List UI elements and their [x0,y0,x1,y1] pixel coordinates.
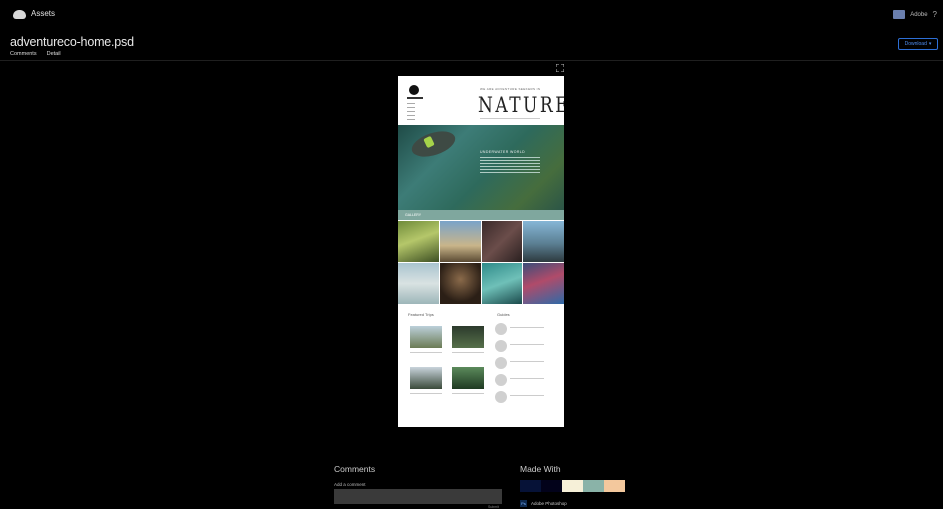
user-name[interactable]: Adobe [910,12,927,18]
preview-logo-text [407,97,423,99]
user-area[interactable]: Adobe ? [893,10,937,19]
preview-hero-title: UNDERWATER WORLD [480,150,526,154]
creative-cloud-icon[interactable] [13,10,26,19]
app-title[interactable]: Assets [31,9,55,18]
made-with-app: Ps Adobe Photoshop [520,500,567,507]
preview-band-label: GALLERY [405,213,422,217]
fullscreen-icon[interactable] [556,64,564,72]
preview-band: GALLERY [398,210,564,220]
preview-thumb [410,367,442,389]
page-title: adventureco-home.psd [10,35,134,49]
submit-button[interactable]: Submit [488,505,499,509]
chevron-down-icon: ▾ [928,41,932,47]
preview-guide-avatar [495,391,507,403]
preview-photo [481,221,523,262]
preview-tagline: WE ARE ADVENTURE SEEKERS IN [480,87,541,91]
preview-photo [523,221,564,262]
preview-photo [398,221,439,262]
app-name: Adobe Photoshop [531,501,567,506]
color-swatches [520,480,625,492]
preview-photo-grid [398,221,564,304]
preview-photo [523,263,564,304]
preview-thumb [452,367,484,389]
preview-nav [407,103,415,123]
comment-input[interactable] [334,489,502,504]
preview-logo [409,85,419,95]
comments-heading: Comments [334,464,376,474]
top-bar: Assets Adobe ? [0,0,943,30]
preview-photo [439,221,481,262]
color-swatch[interactable] [583,480,604,492]
file-preview[interactable]: WE ARE ADVENTURE SEEKERS IN NATURE UNDER… [398,76,564,427]
preview-guide-avatar [495,357,507,369]
preview-photo [481,263,523,304]
help-icon[interactable]: ? [933,10,937,19]
preview-featured-title: Featured Trips [408,312,434,317]
made-with-heading: Made With [520,464,561,474]
photoshop-icon: Ps [520,500,527,507]
download-label: Download [904,41,927,47]
preview-headline: NATURE [478,93,564,118]
preview-thumb [410,326,442,348]
preview-subline [480,118,540,119]
comment-input-label: Add a comment [334,482,366,487]
color-swatch[interactable] [520,480,541,492]
preview-photo [398,263,439,304]
preview-guides-title: Guides [497,312,510,317]
preview-hero-image: UNDERWATER WORLD [398,125,564,210]
color-swatch[interactable] [541,480,562,492]
preview-guide-avatar [495,374,507,386]
avatar[interactable] [893,10,906,19]
header-divider [0,60,943,61]
preview-hero-text [480,157,540,175]
download-button[interactable]: Download ▾ [898,38,938,50]
preview-photo [439,263,481,304]
preview-guide-avatar [495,340,507,352]
preview-thumb [452,326,484,348]
color-swatch[interactable] [604,480,625,492]
color-swatch[interactable] [562,480,583,492]
preview-guide-avatar [495,323,507,335]
